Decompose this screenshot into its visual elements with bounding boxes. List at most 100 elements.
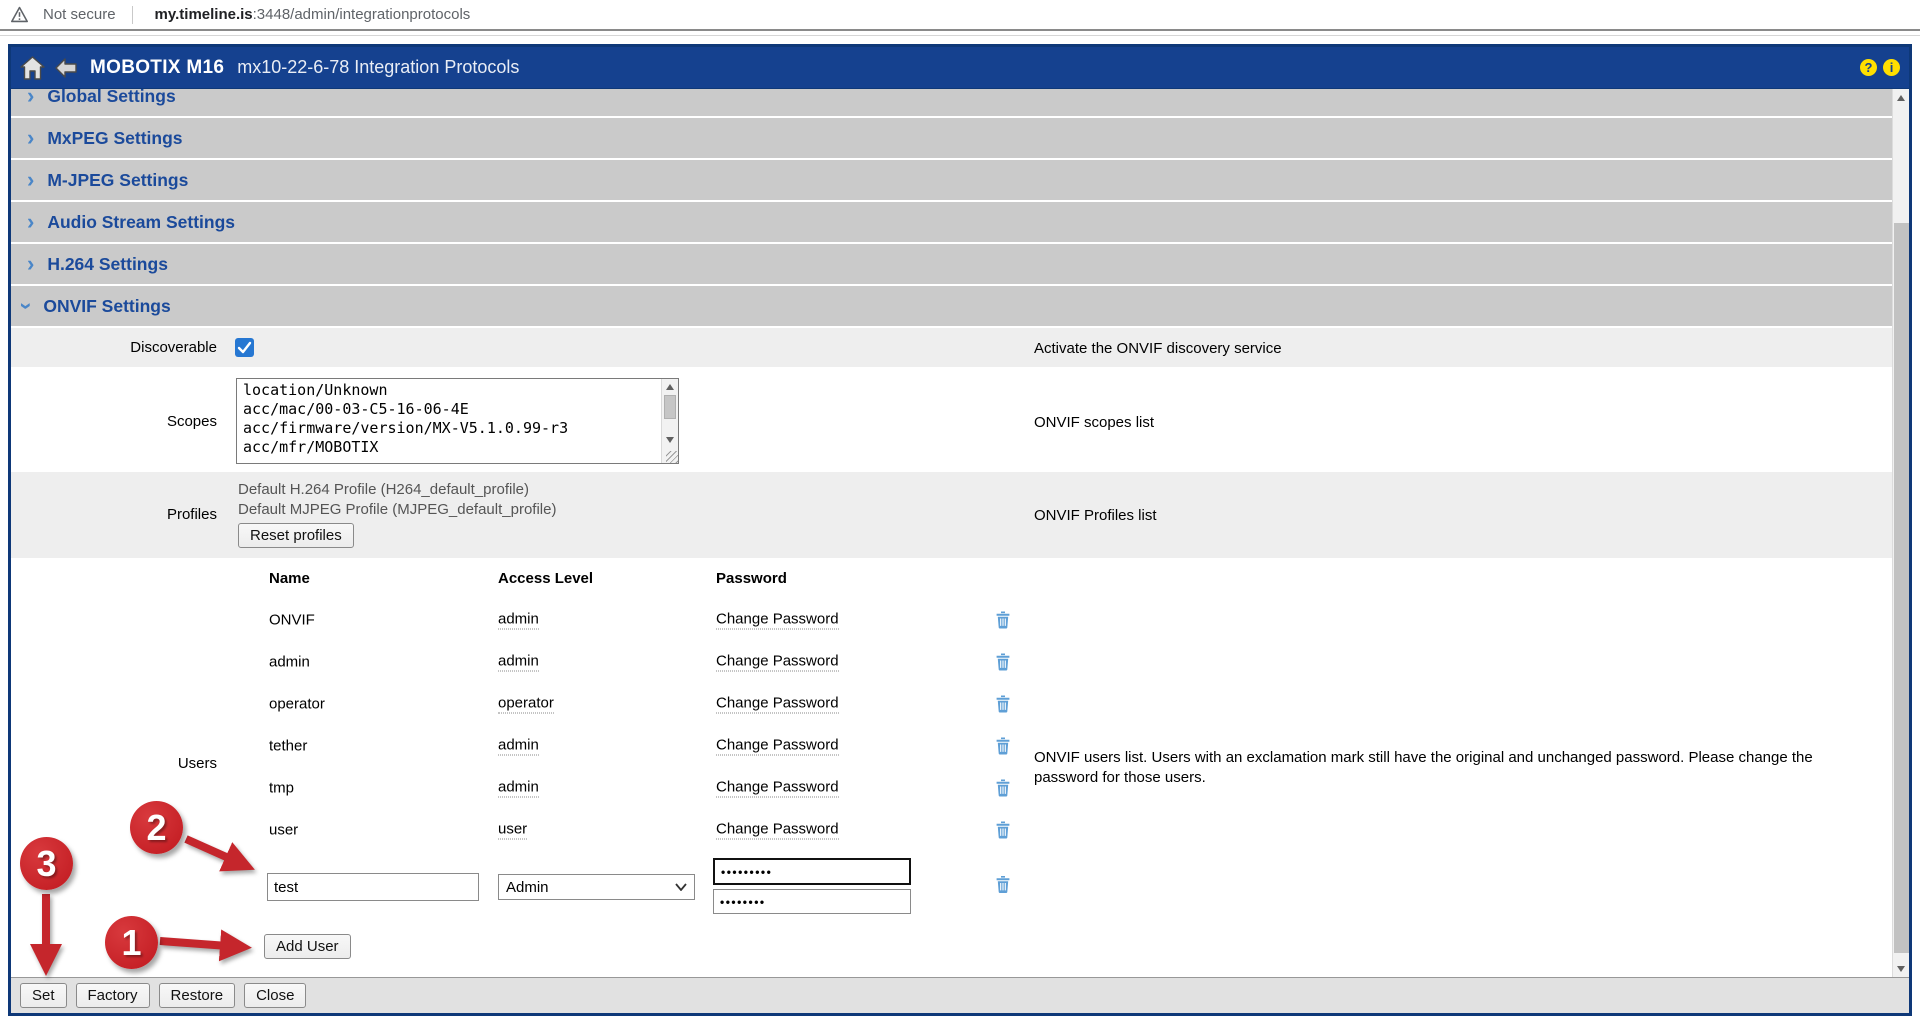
- column-header-name: Name: [269, 570, 310, 587]
- chevron-down-icon: ›: [16, 302, 38, 309]
- user-row-onvif: ONVIF admin Change Password: [11, 599, 1031, 641]
- discoverable-label: Discoverable: [11, 339, 217, 356]
- user-name: admin: [269, 654, 310, 671]
- column-header-password: Password: [716, 570, 787, 587]
- page-title: mx10-22-6-78 Integration Protocols: [237, 57, 519, 78]
- app-header: MOBOTIX M16 mx10-22-6-78 Integration Pro…: [11, 47, 1909, 89]
- scopes-textarea[interactable]: location/Unknown acc/mac/00-03-C5-16-06-…: [236, 378, 679, 464]
- section-label: Audio Stream Settings: [47, 212, 235, 233]
- user-name: tether: [269, 738, 307, 755]
- new-user-password-input[interactable]: [713, 858, 911, 885]
- new-user-name-input[interactable]: [267, 873, 479, 901]
- section-mxpeg-settings[interactable]: › MxPEG Settings: [11, 118, 1892, 158]
- users-help: ONVIF users list. Users with an exclamat…: [1034, 748, 1881, 788]
- user-name: tmp: [269, 780, 294, 797]
- user-access-level: admin: [498, 653, 539, 672]
- select-chevron-icon: [675, 883, 687, 891]
- change-password-link[interactable]: Change Password: [716, 611, 839, 630]
- page-brand: MOBOTIX M16: [90, 57, 224, 79]
- user-name: ONVIF: [269, 612, 315, 629]
- back-arrow-icon[interactable]: [54, 57, 78, 79]
- change-password-link[interactable]: Change Password: [716, 695, 839, 714]
- chevron-right-icon: ›: [27, 89, 34, 107]
- scroll-down-icon[interactable]: [1893, 960, 1909, 977]
- chevron-right-icon: ›: [27, 169, 34, 191]
- factory-button[interactable]: Factory: [76, 983, 150, 1008]
- section-mjpeg-settings[interactable]: › M-JPEG Settings: [11, 160, 1892, 200]
- restore-button[interactable]: Restore: [159, 983, 236, 1008]
- warning-icon: [10, 6, 29, 23]
- scrollbar-thumb[interactable]: [664, 395, 676, 419]
- reset-profiles-button[interactable]: Reset profiles: [238, 523, 354, 548]
- scrollbar-thumb[interactable]: [1894, 223, 1909, 953]
- user-row-tether: tether admin Change Password: [11, 725, 1031, 767]
- annotation-badge-1: 1: [105, 916, 158, 969]
- scopes-row: Scopes location/Unknown acc/mac/00-03-C5…: [11, 369, 1892, 471]
- section-h264-settings[interactable]: › H.264 Settings: [11, 244, 1892, 284]
- resize-grip-icon[interactable]: [666, 451, 678, 463]
- change-password-link[interactable]: Change Password: [716, 779, 839, 798]
- section-label: MxPEG Settings: [47, 128, 182, 149]
- browser-bar-underline: [0, 35, 1920, 36]
- check-icon: [235, 338, 254, 357]
- column-header-access: Access Level: [498, 570, 593, 587]
- url-text[interactable]: my.timeline.is:3448/admin/integrationpro…: [155, 6, 471, 23]
- user-row-admin: admin admin Change Password: [11, 641, 1031, 683]
- delete-user-icon[interactable]: [996, 822, 1010, 839]
- users-row: Users Name Access Level Password ONVIF a…: [11, 558, 1892, 968]
- page-scrollbar[interactable]: [1892, 89, 1909, 977]
- discoverable-checkbox[interactable]: [235, 338, 254, 357]
- delete-user-icon[interactable]: [996, 696, 1010, 713]
- add-user-button[interactable]: Add User: [264, 934, 351, 959]
- chevron-right-icon: ›: [27, 127, 34, 149]
- scopes-label: Scopes: [11, 413, 217, 430]
- browser-address-bar[interactable]: Not secure my.timeline.is:3448/admin/int…: [0, 0, 1920, 31]
- set-button[interactable]: Set: [20, 983, 67, 1008]
- annotation-badge-2: 2: [130, 801, 183, 854]
- close-button[interactable]: Close: [244, 983, 306, 1008]
- change-password-link[interactable]: Change Password: [716, 653, 839, 672]
- delete-user-icon[interactable]: [996, 738, 1010, 755]
- action-footer: Set Factory Restore Close: [11, 977, 1909, 1013]
- change-password-link[interactable]: Change Password: [716, 737, 839, 756]
- section-label: M-JPEG Settings: [47, 170, 188, 191]
- scroll-up-icon[interactable]: [1893, 89, 1909, 106]
- help-icon[interactable]: ?: [1860, 59, 1877, 76]
- user-row-operator: operator operator Change Password: [11, 683, 1031, 725]
- annotation-badge-3: 3: [20, 837, 73, 890]
- new-user-access-select[interactable]: Admin: [498, 874, 695, 900]
- scroll-down-icon[interactable]: [662, 432, 678, 447]
- address-bar-divider: [132, 6, 133, 24]
- delete-user-icon[interactable]: [996, 654, 1010, 671]
- discoverable-row: Discoverable Activate the ONVIF discover…: [11, 328, 1892, 367]
- section-global-settings[interactable]: › Global Settings: [11, 89, 1892, 116]
- settings-content: › Global Settings › MxPEG Settings › M-J…: [11, 89, 1892, 977]
- url-path: :3448/admin/integrationprotocols: [253, 6, 471, 23]
- user-name: operator: [269, 696, 325, 713]
- delete-user-icon[interactable]: [996, 780, 1010, 797]
- user-name: user: [269, 822, 298, 839]
- info-icon[interactable]: i: [1883, 59, 1900, 76]
- user-access-level: operator: [498, 695, 554, 714]
- delete-user-icon[interactable]: [996, 612, 1010, 629]
- section-label: H.264 Settings: [47, 254, 168, 275]
- change-password-link[interactable]: Change Password: [716, 821, 839, 840]
- profiles-label: Profiles: [11, 506, 217, 523]
- user-access-level: admin: [498, 779, 539, 798]
- home-icon[interactable]: [19, 55, 46, 81]
- profiles-help: ONVIF Profiles list: [1034, 506, 1157, 526]
- scroll-up-icon[interactable]: [662, 379, 678, 394]
- section-onvif-settings[interactable]: › ONVIF Settings: [11, 286, 1892, 326]
- camera-admin-page: MOBOTIX M16 mx10-22-6-78 Integration Pro…: [8, 44, 1912, 1016]
- security-status-label: Not secure: [43, 6, 116, 23]
- discoverable-help: Activate the ONVIF discovery service: [1034, 339, 1282, 359]
- selected-access-level: Admin: [506, 879, 549, 896]
- section-label: ONVIF Settings: [43, 296, 170, 317]
- profile-h264: Default H.264 Profile (H264_default_prof…: [238, 481, 529, 498]
- profiles-row: Profiles Default H.264 Profile (H264_def…: [11, 472, 1892, 558]
- new-user-password-confirm-input[interactable]: [713, 889, 911, 914]
- delete-new-user-icon[interactable]: [996, 876, 1010, 893]
- profile-mjpeg: Default MJPEG Profile (MJPEG_default_pro…: [238, 501, 556, 518]
- section-audio-stream-settings[interactable]: › Audio Stream Settings: [11, 202, 1892, 242]
- user-access-level: admin: [498, 611, 539, 630]
